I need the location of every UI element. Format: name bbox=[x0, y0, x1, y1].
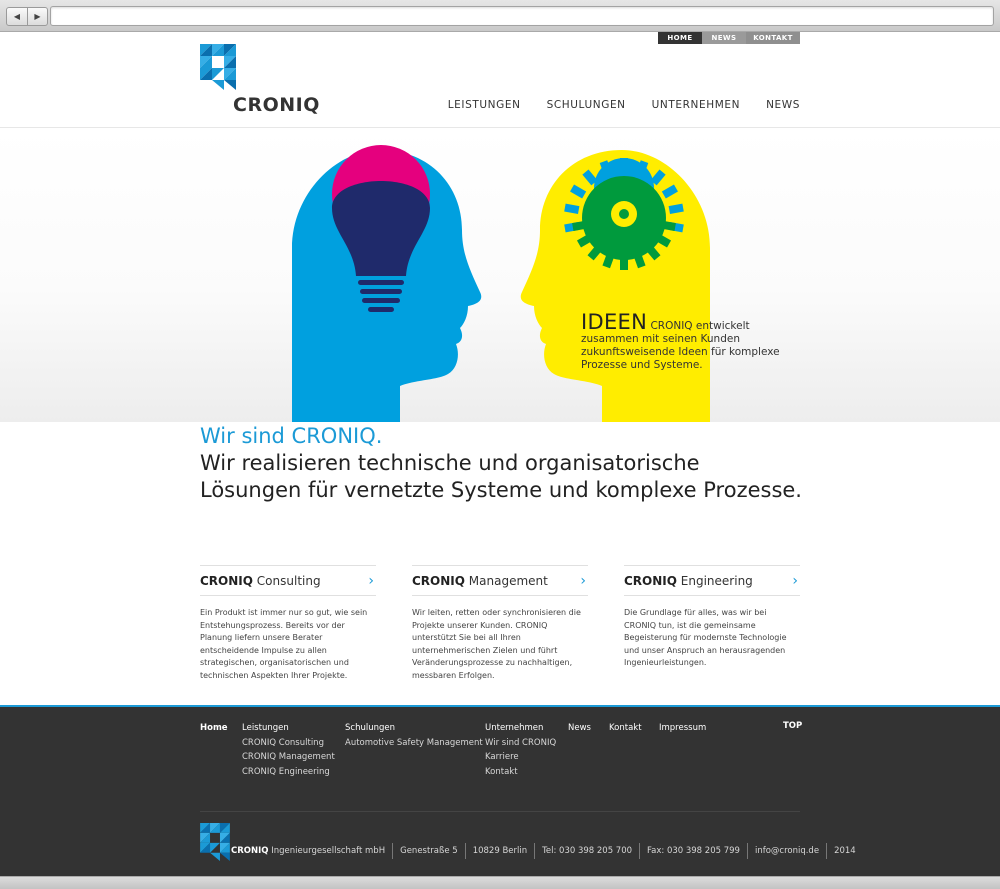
croniq-logo-icon[interactable] bbox=[200, 823, 230, 861]
footer-news-col: News bbox=[568, 721, 591, 736]
browser-nav-buttons: ◀ ▶ bbox=[6, 7, 48, 26]
service-consulting: CRONIQ Consulting › Ein Produkt ist imme… bbox=[200, 565, 376, 683]
footer-company-name: Ingenieurgesellschaft mbH bbox=[271, 846, 386, 856]
service-engineering: CRONIQ Engineering › Die Grundlage für a… bbox=[624, 565, 800, 683]
service-title: Consulting bbox=[256, 573, 321, 588]
croniq-logo-icon[interactable] bbox=[200, 44, 236, 90]
service-description: Ein Produkt ist immer nur so gut, wie se… bbox=[200, 608, 368, 680]
footer-separator bbox=[826, 843, 828, 859]
footer-phone: Tel: 030 398 205 700 bbox=[542, 846, 633, 856]
site-footer: Home Leistungen CRONIQ Consulting CRONIQ… bbox=[0, 705, 1000, 876]
footer-schulungen-col: Schulungen Automotive Safety Management bbox=[345, 721, 483, 750]
footer-fax: Fax: 030 398 205 799 bbox=[647, 846, 740, 856]
footer-link-wir-sind-croniq[interactable]: Wir sind CRONIQ bbox=[485, 736, 556, 751]
top-nav-home[interactable]: HOME bbox=[658, 32, 702, 44]
chevron-right-icon: › bbox=[792, 572, 798, 589]
footer-schulungen[interactable]: Schulungen bbox=[345, 721, 483, 736]
footer-city: 10829 Berlin bbox=[472, 846, 528, 856]
chevron-right-icon: › bbox=[368, 572, 374, 589]
forward-button[interactable]: ▶ bbox=[27, 8, 47, 25]
triangle-right-icon: ▶ bbox=[34, 12, 41, 21]
service-consulting-link[interactable]: CRONIQ Consulting › bbox=[200, 565, 376, 596]
hero-title: IDEEN bbox=[581, 310, 648, 334]
main-nav: LEISTUNGEN SCHULUNGEN UNTERNEHMEN NEWS bbox=[448, 99, 800, 111]
footer-unternehmen[interactable]: Unternehmen bbox=[485, 721, 556, 736]
web-page: HOME NEWS KONTAKT CRONIQ LEISTUNGEN SCHU… bbox=[0, 32, 1000, 876]
footer-link-automotive-safety[interactable]: Automotive Safety Management bbox=[345, 736, 483, 751]
footer-separator bbox=[534, 843, 536, 859]
services-columns: CRONIQ Consulting › Ein Produkt ist imme… bbox=[200, 565, 800, 683]
footer-separator bbox=[639, 843, 641, 859]
back-button[interactable]: ◀ bbox=[7, 8, 27, 25]
site-header: HOME NEWS KONTAKT CRONIQ LEISTUNGEN SCHU… bbox=[0, 32, 1000, 128]
intro-line-2: Lösungen für vernetzte Systeme und kompl… bbox=[200, 478, 802, 502]
service-management: CRONIQ Management › Wir leiten, retten o… bbox=[412, 565, 588, 683]
top-nav-kontakt[interactable]: KONTAKT bbox=[746, 32, 800, 44]
footer-separator bbox=[746, 843, 748, 859]
footer-divider bbox=[200, 811, 800, 812]
footer-news[interactable]: News bbox=[568, 721, 591, 736]
triangle-left-icon: ◀ bbox=[13, 12, 21, 21]
service-description: Die Grundlage für alles, was wir bei CRO… bbox=[624, 608, 787, 668]
footer-impressum[interactable]: Impressum bbox=[659, 721, 706, 736]
service-brand: CRONIQ bbox=[200, 573, 253, 588]
logo-wordmark[interactable]: CRONIQ bbox=[233, 94, 320, 116]
nav-news[interactable]: NEWS bbox=[766, 99, 800, 111]
nav-unternehmen[interactable]: UNTERNEHMEN bbox=[652, 99, 740, 111]
nav-schulungen[interactable]: SCHULUNGEN bbox=[547, 99, 626, 111]
intro-line-1: Wir realisieren technische und organisat… bbox=[200, 451, 700, 475]
footer-home[interactable]: Home bbox=[200, 721, 228, 736]
service-description: Wir leiten, retten oder synchronisieren … bbox=[412, 608, 581, 680]
back-to-top-link[interactable]: TOP bbox=[783, 721, 802, 731]
footer-company-brand: CRONIQ bbox=[231, 846, 269, 856]
footer-home-col: Home bbox=[200, 721, 228, 736]
footer-leistungen-col: Leistungen CRONIQ Consulting CRONIQ Mana… bbox=[242, 721, 335, 779]
footer-email-link[interactable]: info@croniq.de bbox=[755, 846, 819, 856]
footer-street: Genestraße 5 bbox=[400, 846, 458, 856]
footer-unternehmen-col: Unternehmen Wir sind CRONIQ Karriere Kon… bbox=[485, 721, 556, 779]
browser-toolbar: ◀ ▶ bbox=[0, 0, 1000, 32]
footer-kontakt[interactable]: Kontakt bbox=[609, 721, 642, 736]
footer-company-info: CRONIQ Ingenieurgesellschaft mbH Genestr… bbox=[231, 843, 856, 859]
service-title: Engineering bbox=[680, 573, 753, 588]
footer-link-consulting[interactable]: CRONIQ Consulting bbox=[242, 736, 335, 751]
service-engineering-link[interactable]: CRONIQ Engineering › bbox=[624, 565, 800, 596]
top-nav: HOME NEWS KONTAKT bbox=[658, 32, 800, 44]
footer-separator bbox=[464, 843, 466, 859]
service-management-link[interactable]: CRONIQ Management › bbox=[412, 565, 588, 596]
footer-year: 2014 bbox=[834, 846, 856, 856]
hero-banner: IDEEN CRONIQ entwickelt zusammen mit sei… bbox=[0, 128, 1000, 422]
service-brand: CRONIQ bbox=[624, 573, 677, 588]
address-bar[interactable] bbox=[50, 6, 994, 26]
intro-headline: Wir sind CRONIQ. bbox=[200, 424, 383, 448]
chevron-right-icon: › bbox=[580, 572, 586, 589]
top-nav-news[interactable]: NEWS bbox=[702, 32, 746, 44]
service-brand: CRONIQ bbox=[412, 573, 465, 588]
heads-illustration bbox=[292, 145, 710, 422]
footer-kontakt-col: Kontakt bbox=[609, 721, 642, 736]
footer-link-karriere[interactable]: Karriere bbox=[485, 750, 556, 765]
footer-separator bbox=[392, 843, 394, 859]
footer-link-engineering[interactable]: CRONIQ Engineering bbox=[242, 765, 335, 780]
intro-section: Wir sind CRONIQ. Wir realisieren technis… bbox=[200, 423, 820, 504]
footer-link-management[interactable]: CRONIQ Management bbox=[242, 750, 335, 765]
nav-leistungen[interactable]: LEISTUNGEN bbox=[448, 99, 521, 111]
browser-status-bar bbox=[0, 876, 1000, 889]
footer-leistungen[interactable]: Leistungen bbox=[242, 721, 335, 736]
footer-link-kontakt[interactable]: Kontakt bbox=[485, 765, 556, 780]
hero-caption: IDEEN CRONIQ entwickelt zusammen mit sei… bbox=[581, 312, 801, 372]
footer-impressum-col: Impressum bbox=[659, 721, 706, 736]
service-title: Management bbox=[468, 573, 548, 588]
